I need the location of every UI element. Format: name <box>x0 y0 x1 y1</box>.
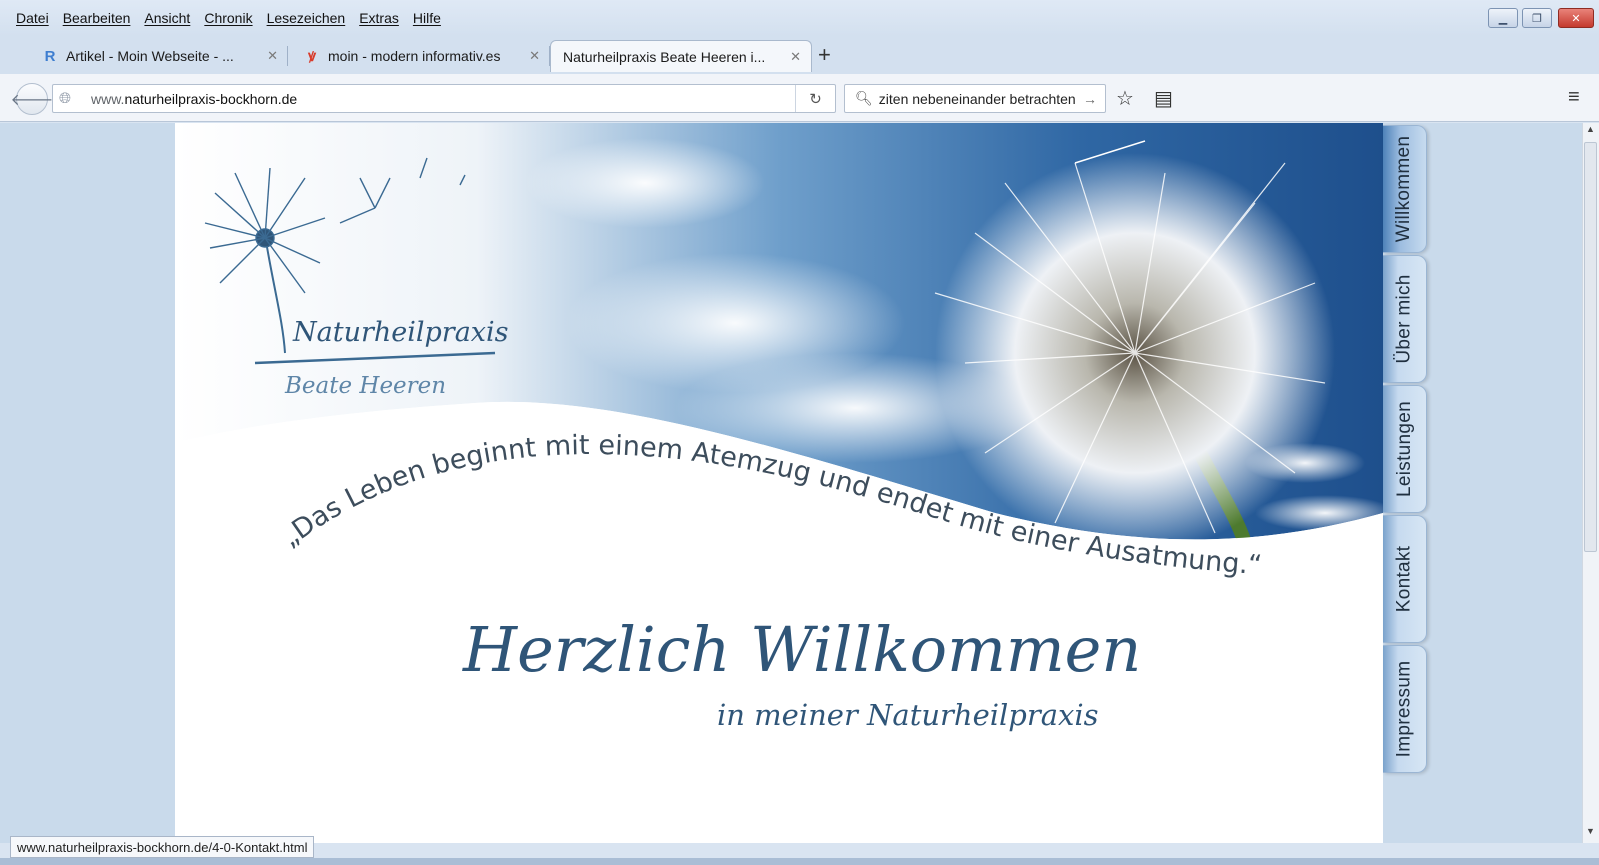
moin-logo-icon: ꝟ <box>308 48 316 65</box>
tab-artikel[interactable]: R Artikel - Moin Webseite - ... ✕ <box>30 40 288 72</box>
scroll-up-icon[interactable]: ▲ <box>1586 124 1595 134</box>
close-window-button[interactable]: ✕ <box>1558 8 1594 28</box>
nav-tab-leistungen[interactable]: Leistungen <box>1383 385 1427 513</box>
hamburger-menu-icon[interactable]: ≡ <box>1568 86 1580 109</box>
menu-items: Datei Bearbeiten Ansicht Chronik Lesezei… <box>16 10 441 26</box>
tab-naturheilpraxis[interactable]: Naturheilpraxis Beate Heeren i... ✕ <box>550 40 812 72</box>
tab-moin[interactable]: ꝟ moin - modern informativ.es ✕ <box>292 40 550 72</box>
tab-bar: R Artikel - Moin Webseite - ... ✕ ꝟ moin… <box>0 36 1599 74</box>
tab-title: moin - modern informativ.es <box>328 48 501 64</box>
menu-lesezeichen[interactable]: Lesezeichen <box>267 10 346 26</box>
menu-bar: Datei Bearbeiten Ansicht Chronik Lesezei… <box>0 0 1599 36</box>
search-value: ziten nebeneinander betrachten <box>878 90 1076 107</box>
back-arrow-icon: 🡐 <box>10 91 54 109</box>
nav-tab-impressum[interactable]: Impressum <box>1383 645 1427 773</box>
back-button[interactable]: 🡐 <box>11 83 53 115</box>
tab-close-icon[interactable]: ✕ <box>529 48 540 64</box>
menu-bearbeiten[interactable]: Bearbeiten <box>63 10 131 26</box>
restore-button[interactable]: ❐ <box>1522 8 1552 28</box>
nav-label: Willkommen <box>1393 135 1415 243</box>
tab-title: Artikel - Moin Webseite - ... <box>66 48 234 64</box>
page-viewport: Naturheilpraxis Beate Heeren „Das Leben … <box>0 123 1599 843</box>
tab-title: Naturheilpraxis Beate Heeren i... <box>563 48 766 65</box>
reload-icon: ↻ <box>809 90 822 108</box>
nav-label: Leistungen <box>1393 401 1415 497</box>
reload-button[interactable]: ↻ <box>795 85 835 112</box>
menu-ansicht[interactable]: Ansicht <box>144 10 190 26</box>
taskbar-strip <box>0 858 1599 865</box>
search-input[interactable]: 🔍︎ ziten nebeneinander betrachten → <box>844 84 1106 113</box>
reading-list-icon[interactable]: ▤ <box>1154 86 1173 111</box>
logo-subtitle: Beate Heeren <box>284 373 446 399</box>
menu-chronik[interactable]: Chronik <box>204 10 252 26</box>
nav-tab-kontakt[interactable]: Kontakt <box>1383 515 1427 643</box>
nav-label: Über mich <box>1393 274 1415 364</box>
tab-close-icon[interactable]: ✕ <box>790 49 801 65</box>
nav-label: Kontakt <box>1393 545 1415 613</box>
new-tab-button[interactable]: + <box>818 42 831 68</box>
logo-title: Naturheilpraxis <box>292 317 509 348</box>
scroll-down-icon[interactable]: ▼ <box>1586 826 1595 836</box>
welcome-subheading: in meiner Naturheilpraxis <box>717 698 1099 732</box>
bookmark-star-icon[interactable]: ☆ <box>1116 86 1134 111</box>
website-page: Naturheilpraxis Beate Heeren „Das Leben … <box>175 123 1383 843</box>
scrollbar-thumb[interactable] <box>1584 142 1597 552</box>
header-artwork: Naturheilpraxis Beate Heeren „Das Leben … <box>175 123 1383 843</box>
search-icon: 🔍︎ <box>855 90 873 106</box>
restore-icon: ❐ <box>1532 12 1542 25</box>
nav-label: Impressum <box>1393 660 1415 758</box>
minimize-icon: ▁ <box>1498 12 1508 25</box>
r-logo-icon: R <box>44 47 56 65</box>
menu-extras[interactable]: Extras <box>359 10 399 26</box>
tab-close-icon[interactable]: ✕ <box>267 48 278 64</box>
address-bar[interactable]: 🌐︎ www.naturheilpraxis-bockhorn.de ↻ <box>52 84 836 113</box>
close-icon: ✕ <box>1571 12 1581 25</box>
welcome-heading: Herzlich Willkommen <box>462 613 1141 686</box>
navigation-bar: 🡐 🌐︎ www.naturheilpraxis-bockhorn.de ↻ 🔍… <box>0 74 1599 122</box>
cloud <box>525 138 765 228</box>
menu-hilfe[interactable]: Hilfe <box>413 10 441 26</box>
nav-tab-willkommen[interactable]: Willkommen <box>1383 125 1427 253</box>
minimize-button[interactable]: ▁ <box>1488 8 1518 28</box>
globe-icon[interactable]: 🌐︎ <box>59 90 81 107</box>
address-text: www.naturheilpraxis-bockhorn.de <box>91 90 298 107</box>
search-go-icon[interactable]: → <box>1083 91 1097 107</box>
nav-tab-ueber-mich[interactable]: Über mich <box>1383 255 1427 383</box>
menu-datei[interactable]: Datei <box>16 10 49 26</box>
status-url: www.naturheilpraxis-bockhorn.de/4-0-Kont… <box>10 836 315 858</box>
